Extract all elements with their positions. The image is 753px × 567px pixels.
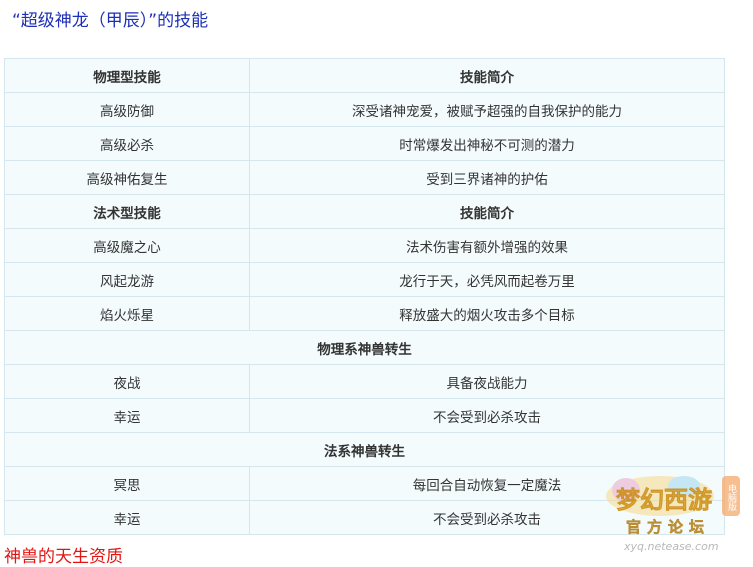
table-row: 高级魔之心 法术伤害有额外增强的效果: [4, 228, 725, 263]
skill-description-cell: 受到三界诸神的护佑: [249, 160, 725, 195]
skills-table: 物理型技能 技能简介 高级防御 深受诸神宠爱，被赋予超强的自我保护的能力 高级必杀 时常爆…: [4, 58, 725, 535]
table-header-row: 法术型技能 技能简介: [4, 194, 725, 229]
watermark-subtitle: 官方论坛: [626, 518, 710, 536]
watermark-url: xyq.netease.com: [623, 540, 719, 553]
column-header-description: 技能简介: [249, 194, 725, 229]
table-row: 夜战 具备夜战能力: [4, 364, 725, 399]
skill-name-cell: 高级魔之心: [4, 228, 250, 263]
watermark-logo-text: 梦幻西游: [616, 486, 712, 514]
table-section-row: 物理系神兽转生: [4, 330, 725, 365]
column-header-skill-type: 物理型技能: [4, 58, 250, 93]
section-title: 神兽的天生资质: [4, 547, 123, 567]
table-section-row: 法系神兽转生: [4, 432, 725, 467]
watermark-badge-text: 电脑版: [726, 483, 737, 512]
table-row: 风起龙游 龙行于天，必凭风而起卷万里: [4, 262, 725, 297]
skill-name-cell: 高级必杀: [4, 126, 250, 161]
skill-name-cell: 幸运: [4, 500, 250, 535]
table-row: 焰火烁星 释放盛大的烟火攻击多个目标: [4, 296, 725, 331]
skill-description-cell: 不会受到必杀攻击: [249, 398, 725, 433]
skill-name-cell: 高级神佑复生: [4, 160, 250, 195]
column-header-description: 技能简介: [249, 58, 725, 93]
skill-description-cell: 具备夜战能力: [249, 364, 725, 399]
table-row: 高级神佑复生 受到三界诸神的护佑: [4, 160, 725, 195]
skill-name-cell: 高级防御: [4, 92, 250, 127]
skill-description-cell: 时常爆发出神秘不可测的潜力: [249, 126, 725, 161]
table-row: 高级防御 深受诸神宠爱，被赋予超强的自我保护的能力: [4, 92, 725, 127]
section-header-cell: 物理系神兽转生: [4, 330, 725, 365]
skill-description-cell: 法术伤害有额外增强的效果: [249, 228, 725, 263]
skill-name-cell: 冥思: [4, 466, 250, 501]
skill-description-cell: 释放盛大的烟火攻击多个目标: [249, 296, 725, 331]
site-watermark-logo: 梦幻西游 电脑版 官方论坛 xyq.netease.com: [606, 476, 740, 553]
skill-name-cell: 风起龙游: [4, 262, 250, 297]
skills-table-body: 物理型技能 技能简介 高级防御 深受诸神宠爱，被赋予超强的自我保护的能力 高级必杀 时常爆…: [4, 58, 725, 535]
skill-name-cell: 焰火烁星: [4, 296, 250, 331]
table-header-row: 物理型技能 技能简介: [4, 58, 725, 93]
section-header-cell: 法系神兽转生: [4, 432, 725, 467]
column-header-skill-type: 法术型技能: [4, 194, 250, 229]
skill-name-cell: 幸运: [4, 398, 250, 433]
skill-name-cell: 夜战: [4, 364, 250, 399]
skill-description-cell: 深受诸神宠爱，被赋予超强的自我保护的能力: [249, 92, 725, 127]
page-title: “超级神龙（甲辰）”的技能: [12, 11, 209, 31]
skill-description-cell: 龙行于天，必凭风而起卷万里: [249, 262, 725, 297]
table-row: 高级必杀 时常爆发出神秘不可测的潜力: [4, 126, 725, 161]
table-row: 幸运 不会受到必杀攻击: [4, 398, 725, 433]
